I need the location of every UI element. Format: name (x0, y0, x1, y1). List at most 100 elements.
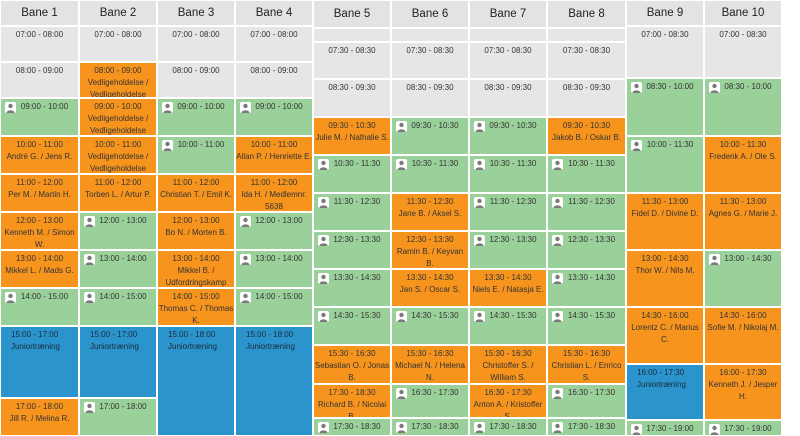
available-slot[interactable]: 13:30 - 14:30 (313, 269, 391, 307)
available-slot[interactable]: 12:30 - 13:30 (547, 231, 626, 269)
booked-slot[interactable]: 09:30 - 10:30 Jakob B. / Oskar B. (547, 117, 626, 155)
available-slot[interactable]: 08:30 - 10:00 (704, 78, 782, 136)
booked-slot[interactable]: 11:00 - 12:00 Per M. / Martin H. (0, 174, 79, 212)
available-slot[interactable]: 13:00 - 14:00 (235, 250, 313, 288)
available-slot[interactable]: 17:30 - 18:30 (313, 418, 391, 436)
available-slot[interactable]: 09:30 - 10:30 (469, 117, 547, 155)
booked-slot[interactable]: 17:30 - 18:30 Richard B. / Nicolai B. (313, 384, 391, 418)
user-avatar-icon (474, 197, 485, 208)
training-slot[interactable]: 15:00 - 17:00 Juniortræning (0, 326, 79, 398)
available-slot[interactable]: 14:00 - 15:00 (79, 288, 157, 326)
available-slot[interactable]: 14:00 - 15:00 (235, 288, 313, 326)
booked-slot[interactable]: 15:30 - 16:30 Christian L. / Enrico S. (547, 345, 626, 384)
booked-slot[interactable]: 13:00 - 14:00 Mikkel L. / Mads G. (0, 250, 79, 288)
booked-slot[interactable]: 11:30 - 12:30 Jane B. / Aksel S. (391, 193, 469, 231)
slot-time: 11:30 - 13:00 (641, 197, 689, 206)
booked-slot[interactable]: 14:30 - 16:00 Lorentz C. / Marius C. (626, 307, 704, 364)
available-slot[interactable]: 17:30 - 19:00 (626, 420, 704, 436)
available-slot[interactable]: 17:00 - 18:00 (79, 398, 157, 436)
booked-slot[interactable]: 13:30 - 14:30 Jan S. / Oscar S. (391, 269, 469, 307)
booked-slot[interactable]: 16:30 - 17:30 Anton A. / Kristoffer S. (469, 384, 547, 418)
booked-slot[interactable]: 11:00 - 12:00 Christian T. / Emil K. (157, 174, 235, 212)
booked-slot[interactable]: 16:00 - 17:30 Kenneth J. / Jesper H. (704, 364, 782, 420)
booked-slot[interactable]: 10:00 - 11:00 Allan P. / Henriette E. (235, 136, 313, 174)
slot-time: 16:00 - 17:30 (637, 368, 685, 377)
available-slot[interactable]: 16:30 - 17:30 (547, 384, 626, 418)
available-slot[interactable]: 16:30 - 17:30 (391, 384, 469, 418)
slot-players: Christoffer S. / William S. (482, 361, 534, 382)
available-slot[interactable]: 17:30 - 19:00 (704, 420, 782, 436)
available-slot[interactable]: 13:00 - 14:00 (79, 250, 157, 288)
booked-slot[interactable]: 11:00 - 12:00 Ida H. / Medlemnr. 5638 (235, 174, 313, 212)
booked-slot[interactable]: 10:00 - 11:30 Fredenk A. / Ole S. (704, 136, 782, 193)
slot-time: 13:30 - 14:30 (406, 273, 454, 282)
available-slot[interactable]: 11:30 - 12:30 (547, 193, 626, 231)
training-slot[interactable]: 15:00 - 17:00 Juniortræning (79, 326, 157, 398)
booked-slot[interactable]: 11:30 - 13:00 Agnes G. / Marie J. (704, 193, 782, 250)
slot-time: 14:00 - 15:00 (172, 292, 220, 301)
slot-players: Thor W. / Nils M. (635, 266, 695, 275)
available-slot[interactable]: 13:30 - 14:30 (547, 269, 626, 307)
booked-slot[interactable]: 09:00 - 10:00 Vedligeholdelse / Vedligeho… (79, 98, 157, 136)
available-slot[interactable]: 13:00 - 14:30 (704, 250, 782, 307)
available-slot[interactable]: 11:30 - 12:30 (313, 193, 391, 231)
user-avatar-icon (709, 254, 720, 265)
available-slot[interactable]: 14:00 - 15:00 (0, 288, 79, 326)
slot-time: 14:30 - 16:00 (641, 311, 689, 320)
slot-time: 07:00 - 08:00 (94, 30, 142, 39)
available-slot[interactable]: 10:30 - 11:30 (391, 155, 469, 193)
available-slot[interactable]: 09:00 - 10:00 (235, 98, 313, 136)
slot-players: André G. / Jens R. (6, 152, 73, 161)
available-slot[interactable]: 14:30 - 15:30 (547, 307, 626, 345)
booked-slot[interactable]: 12:00 - 13:00 Kenneth M. / Simon W. (0, 212, 79, 250)
available-slot[interactable]: 14:30 - 15:30 (469, 307, 547, 345)
booked-slot[interactable]: 08:00 - 09:00 Vedligeholdelse / Vedligeho… (79, 62, 157, 98)
available-slot[interactable]: 09:00 - 10:00 (157, 98, 235, 136)
available-slot[interactable]: 12:00 - 13:00 (235, 212, 313, 250)
booked-slot[interactable]: 13:00 - 14:30 Thor W. / Nils M. (626, 250, 704, 307)
available-slot[interactable]: 10:30 - 11:30 (313, 155, 391, 193)
available-slot[interactable]: 10:30 - 11:30 (547, 155, 626, 193)
booked-slot[interactable]: 11:00 - 12:00 Torben L. / Artur P. (79, 174, 157, 212)
booked-slot[interactable]: 11:30 - 13:00 Fidel D. / Divine D. (626, 193, 704, 250)
training-slot[interactable]: 16:00 - 17:30 Juniortræning (626, 364, 704, 420)
user-avatar-icon (240, 102, 251, 113)
slot-players: Michael N. / Helena N. (395, 361, 465, 382)
booked-slot[interactable]: 14:30 - 16:00 Sofie M. / Nikolaj M. (704, 307, 782, 364)
booked-slot[interactable]: 14:00 - 15:00 Thomas C. / Thomas K. (157, 288, 235, 326)
available-slot[interactable]: 17:30 - 18:30 (391, 418, 469, 436)
user-avatar-icon (396, 388, 407, 399)
available-slot[interactable]: 10:00 - 11:00 (157, 136, 235, 174)
booked-slot[interactable]: 10:00 - 11:00 André G. / Jens R. (0, 136, 79, 174)
available-slot[interactable]: 08:30 - 10:00 (626, 78, 704, 136)
slot-time: 12:00 - 13:00 (15, 216, 64, 225)
available-slot[interactable]: 10:00 - 11:30 (626, 136, 704, 193)
training-slot[interactable]: 15:00 - 18:00 Juniortræning (157, 326, 235, 436)
booked-slot[interactable]: 12:00 - 13:00 Bo N. / Morten B. (157, 212, 235, 250)
user-avatar-icon (84, 254, 95, 265)
booked-slot[interactable]: 09:30 - 10:30 Julie M. / Nathalie S. (313, 117, 391, 155)
booked-slot[interactable]: 13:00 - 14:00 Mikkel B. / Udfordringskamp (157, 250, 235, 288)
available-slot[interactable]: 14:30 - 15:30 (391, 307, 469, 345)
booked-slot[interactable]: 15:30 - 16:30 Sebastian O. / Jonas B. (313, 345, 391, 384)
user-avatar-icon (84, 292, 95, 303)
booked-slot[interactable]: 15:30 - 16:30 Christoffer S. / William S. (469, 345, 547, 384)
booked-slot[interactable]: 15:30 - 16:30 Michael N. / Helena N. (391, 345, 469, 384)
booked-slot[interactable]: 17:00 - 18:00 Jill R. / Melina R. (0, 398, 79, 436)
training-slot[interactable]: 15:00 - 18:00 Juniortræning (235, 326, 313, 436)
slot-players: Anton A. / Kristoffer S. (473, 400, 543, 418)
booked-slot[interactable]: 10:00 - 11:00 Vedligeholdelse / Vedligeho… (79, 136, 157, 174)
booked-slot[interactable]: 13:30 - 14:30 Niels E. / Natasja E. (469, 269, 547, 307)
available-slot[interactable]: 12:30 - 13:30 (469, 231, 547, 269)
available-slot[interactable]: 12:30 - 13:30 (313, 231, 391, 269)
available-slot[interactable]: 12:00 - 13:00 (79, 212, 157, 250)
booked-slot[interactable]: 12:30 - 13:30 Ramin B. / Keyvan B. (391, 231, 469, 269)
available-slot[interactable]: 09:30 - 10:30 (391, 117, 469, 155)
available-slot[interactable]: 10:30 - 11:30 (469, 155, 547, 193)
available-slot[interactable]: 17:30 - 18:30 (469, 418, 547, 436)
available-slot[interactable]: 11:30 - 12:30 (469, 193, 547, 231)
slot-players: Julie M. / Nathalie S. (315, 133, 389, 142)
available-slot[interactable]: 17:30 - 18:30 (547, 418, 626, 436)
available-slot[interactable]: 14:30 - 15:30 (313, 307, 391, 345)
available-slot[interactable]: 09:00 - 10:00 (0, 98, 79, 136)
